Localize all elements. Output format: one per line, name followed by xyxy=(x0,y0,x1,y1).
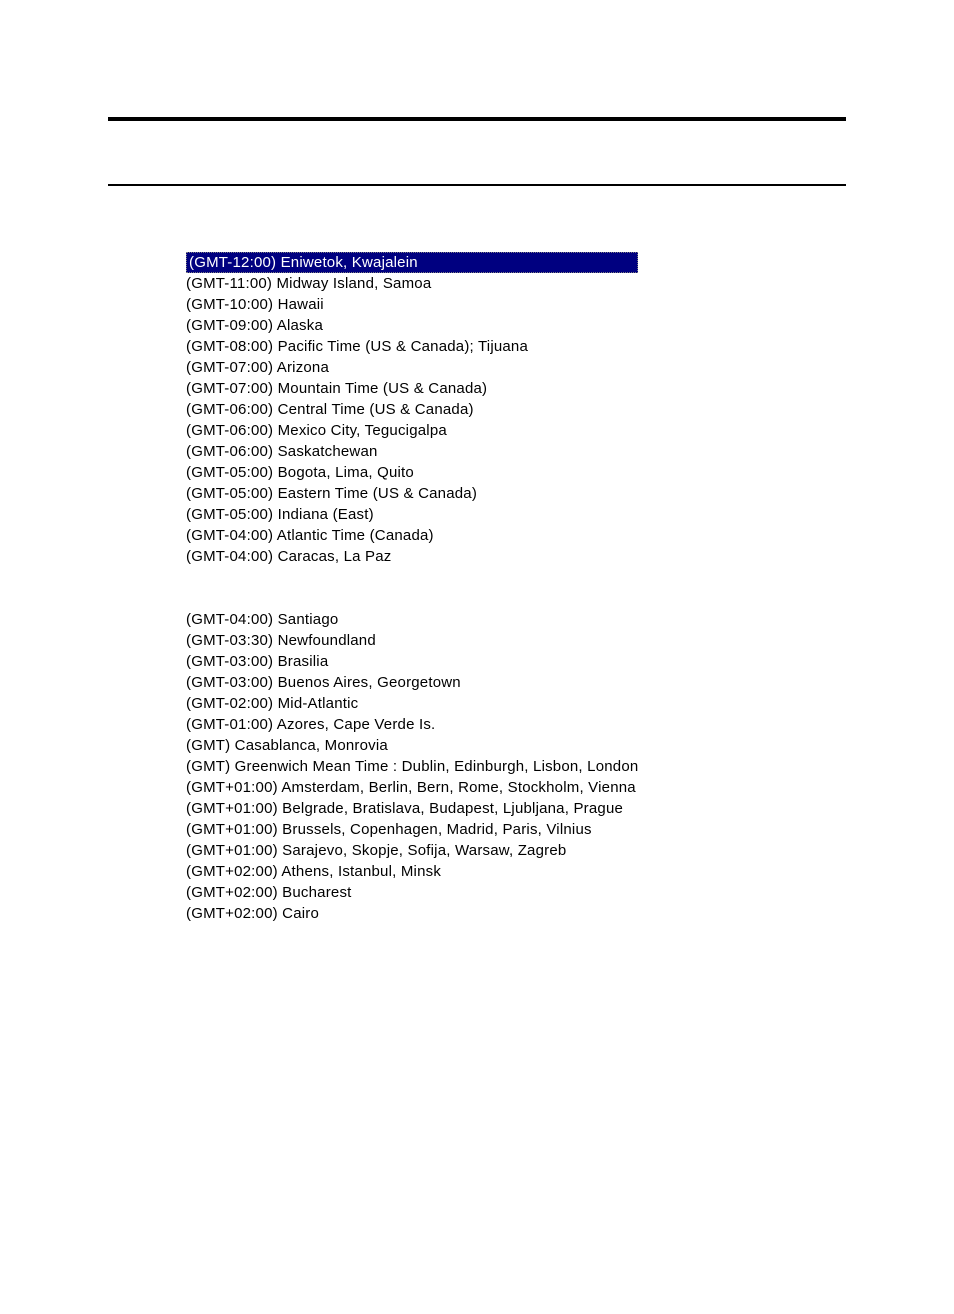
timezone-option[interactable]: (GMT-05:00) Indiana (East) xyxy=(186,504,638,525)
timezone-option[interactable]: (GMT-05:00) Eastern Time (US & Canada) xyxy=(186,483,638,504)
timezone-option[interactable]: (GMT-07:00) Arizona xyxy=(186,357,638,378)
timezone-option[interactable]: (GMT+02:00) Athens, Istanbul, Minsk xyxy=(186,861,638,882)
timezone-option[interactable]: (GMT-03:00) Brasilia xyxy=(186,651,638,672)
timezone-option[interactable]: (GMT+01:00) Brussels, Copenhagen, Madrid… xyxy=(186,819,638,840)
timezone-option[interactable]: (GMT-08:00) Pacific Time (US & Canada); … xyxy=(186,336,638,357)
timezone-option[interactable]: (GMT-04:00) Santiago xyxy=(186,609,638,630)
timezone-option[interactable]: (GMT-04:00) Atlantic Time (Canada) xyxy=(186,525,638,546)
timezone-option[interactable]: (GMT-06:00) Saskatchewan xyxy=(186,441,638,462)
timezone-option[interactable]: (GMT+01:00) Sarajevo, Skopje, Sofija, Wa… xyxy=(186,840,638,861)
timezone-option[interactable]: (GMT-07:00) Mountain Time (US & Canada) xyxy=(186,378,638,399)
timezone-option[interactable]: (GMT-10:00) Hawaii xyxy=(186,294,638,315)
list-gap xyxy=(186,567,638,609)
timezone-option[interactable]: (GMT-06:00) Central Time (US & Canada) xyxy=(186,399,638,420)
timezone-list-inner: (GMT-12:00) Eniwetok, Kwajalein (GMT-11:… xyxy=(186,252,638,924)
timezone-option-selected[interactable]: (GMT-12:00) Eniwetok, Kwajalein xyxy=(186,252,638,273)
timezone-option[interactable]: (GMT-06:00) Mexico City, Tegucigalpa xyxy=(186,420,638,441)
timezone-option[interactable]: (GMT+02:00) Cairo xyxy=(186,903,638,924)
timezone-option[interactable]: (GMT-04:00) Caracas, La Paz xyxy=(186,546,638,567)
timezone-option[interactable]: (GMT+01:00) Amsterdam, Berlin, Bern, Rom… xyxy=(186,777,638,798)
timezone-option[interactable]: (GMT+02:00) Bucharest xyxy=(186,882,638,903)
timezone-option[interactable]: (GMT-03:00) Buenos Aires, Georgetown xyxy=(186,672,638,693)
timezone-option[interactable]: (GMT-03:30) Newfoundland xyxy=(186,630,638,651)
timezone-option[interactable]: (GMT) Greenwich Mean Time : Dublin, Edin… xyxy=(186,756,638,777)
timezone-option[interactable]: (GMT-01:00) Azores, Cape Verde Is. xyxy=(186,714,638,735)
timezone-option[interactable]: (GMT-05:00) Bogota, Lima, Quito xyxy=(186,462,638,483)
timezone-option[interactable]: (GMT+01:00) Belgrade, Bratislava, Budape… xyxy=(186,798,638,819)
divider-thin xyxy=(108,184,846,186)
divider-thick xyxy=(108,117,846,121)
timezone-option[interactable]: (GMT-09:00) Alaska xyxy=(186,315,638,336)
page-content: (GMT-12:00) Eniwetok, Kwajalein (GMT-11:… xyxy=(0,0,954,924)
timezone-option[interactable]: (GMT-11:00) Midway Island, Samoa xyxy=(186,273,638,294)
timezone-option[interactable]: (GMT) Casablanca, Monrovia xyxy=(186,735,638,756)
timezone-option[interactable]: (GMT-02:00) Mid-Atlantic xyxy=(186,693,638,714)
timezone-listbox[interactable]: (GMT-12:00) Eniwetok, Kwajalein (GMT-11:… xyxy=(186,252,954,924)
